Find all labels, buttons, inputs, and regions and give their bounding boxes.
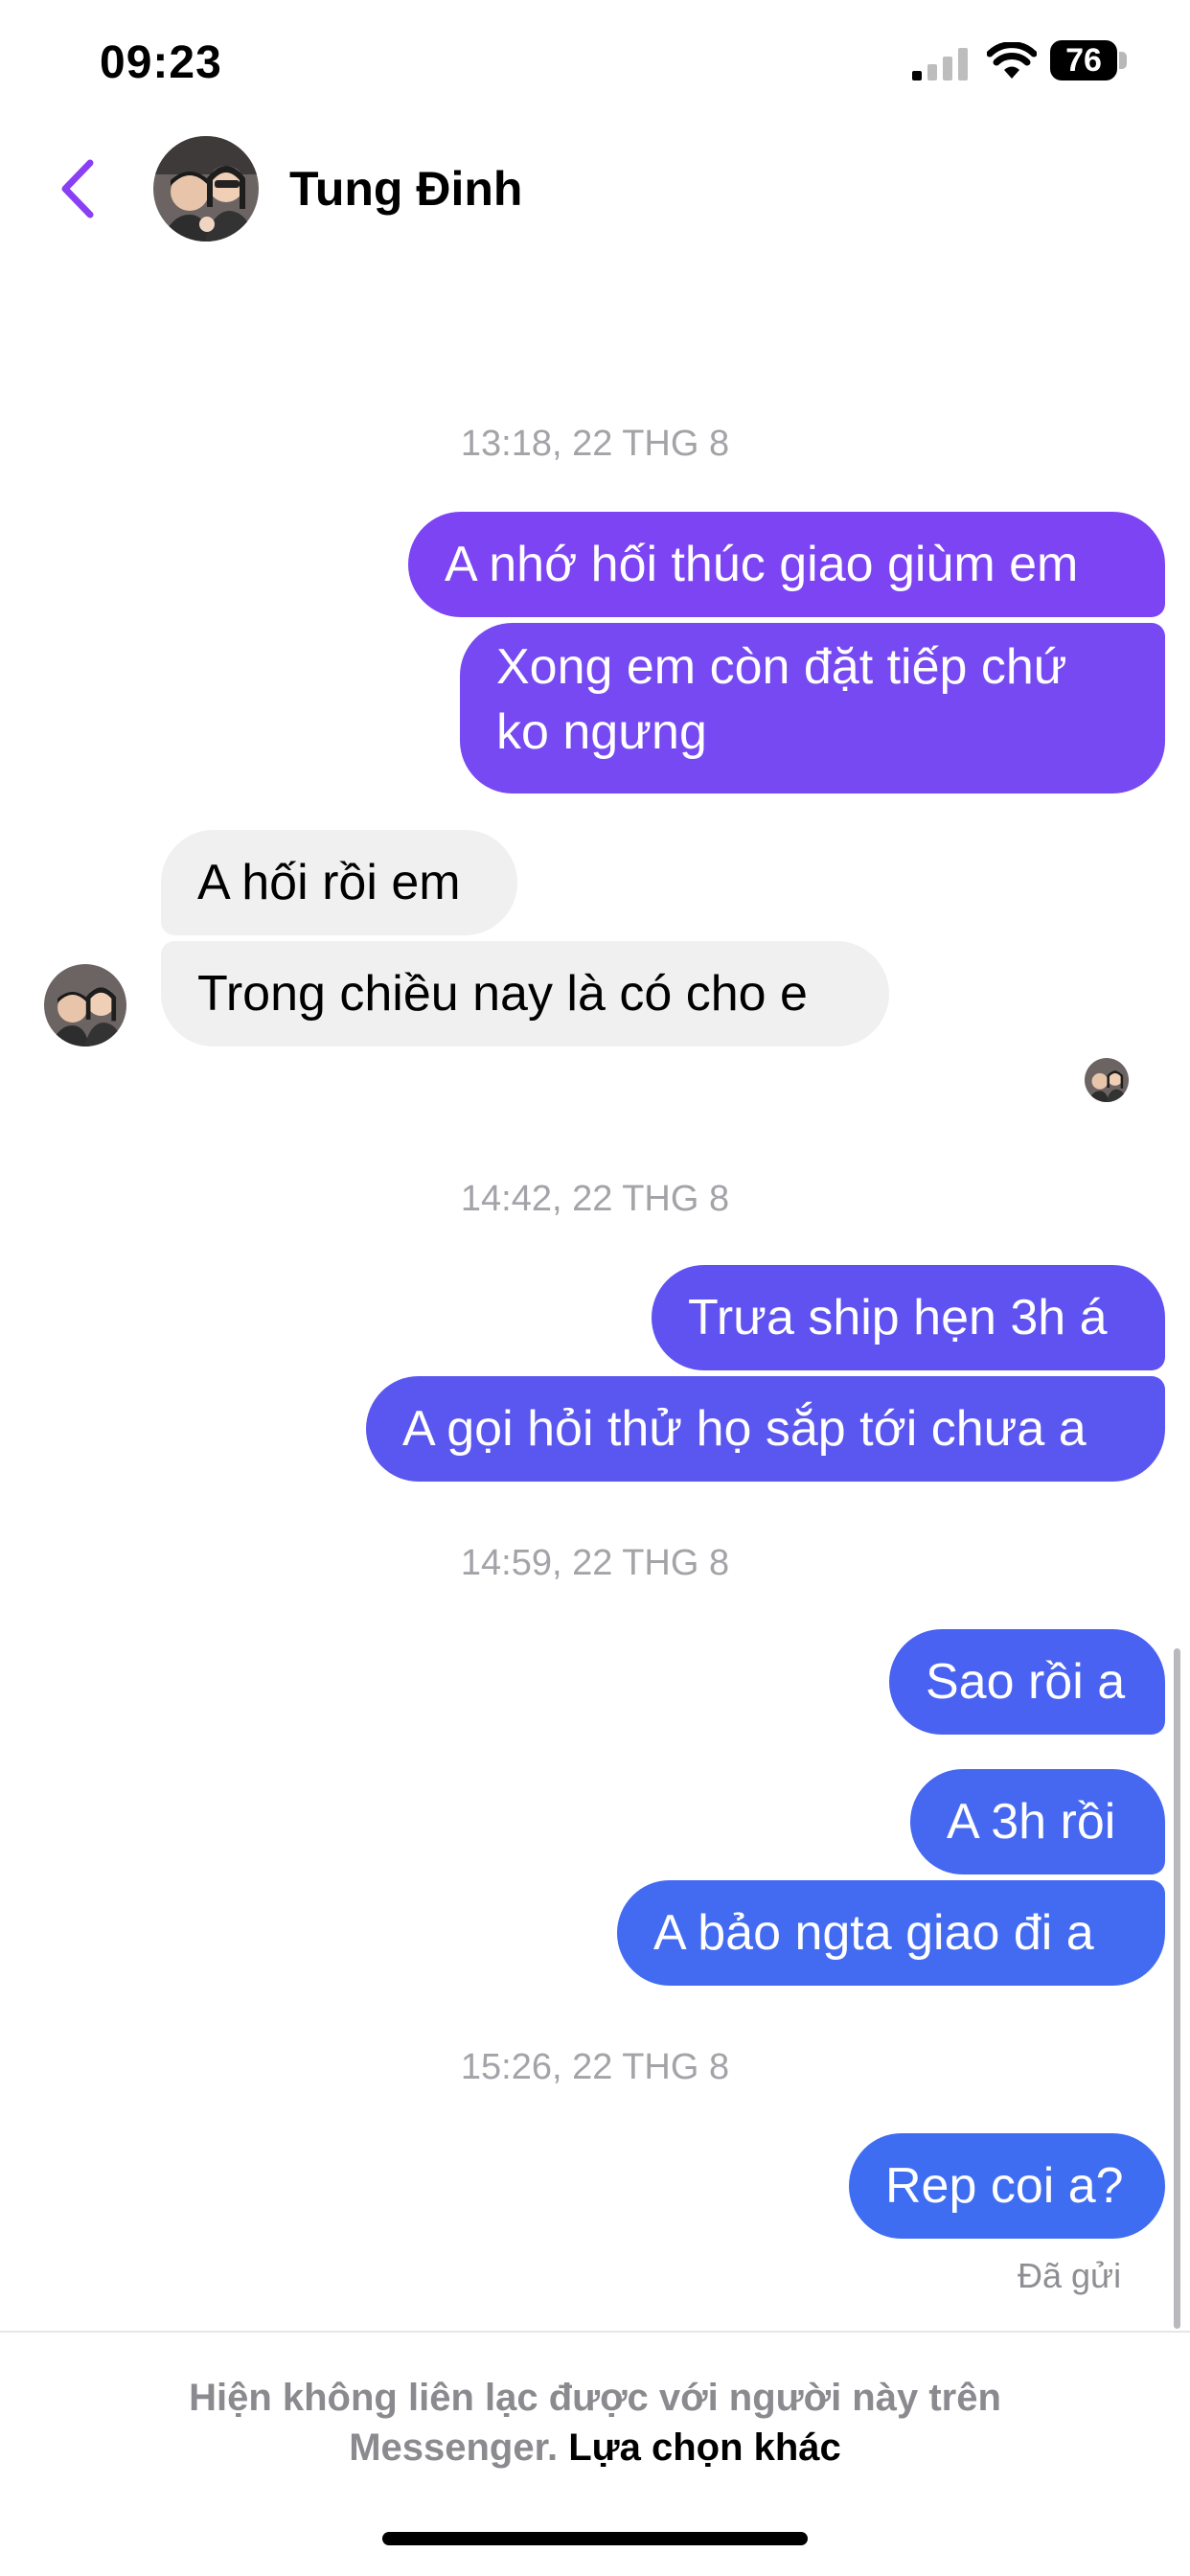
read-receipt-avatar — [1085, 1058, 1129, 1102]
outgoing-message-bubble[interactable]: Sao rồi a — [889, 1629, 1165, 1735]
message-timestamp: 15:26, 22 THG 8 — [460, 2047, 730, 2087]
outgoing-message-bubble[interactable]: Trưa ship hẹn 3h á — [652, 1265, 1165, 1370]
contact-avatar[interactable] — [153, 136, 259, 242]
outgoing-message-bubble[interactable]: A 3h rồi — [910, 1769, 1165, 1874]
home-indicator[interactable] — [382, 2532, 808, 2545]
message-timestamp: 14:42, 22 THG 8 — [460, 1179, 730, 1219]
message-timestamp: 13:18, 22 THG 8 — [460, 424, 730, 464]
battery-indicator: 76 — [1050, 40, 1117, 80]
outgoing-message-bubble[interactable]: A bảo ngta giao đi a — [617, 1880, 1165, 1986]
message-delivery-status: Đã gửi — [1018, 2256, 1122, 2295]
wifi-icon — [987, 42, 1037, 79]
incoming-message-bubble[interactable]: Trong chiều nay là có cho e — [161, 941, 889, 1046]
contact-name[interactable]: Tung Đinh — [289, 161, 522, 217]
other-options-link[interactable]: Lựa chọn khác — [568, 2426, 841, 2469]
outgoing-message-bubble[interactable]: A nhớ hối thúc giao giùm em — [408, 512, 1165, 617]
cellular-signal-icon — [912, 48, 968, 80]
status-time: 09:23 — [100, 37, 222, 88]
sender-avatar — [44, 964, 126, 1046]
outgoing-message-bubble[interactable]: A gọi hỏi thử họ sắp tới chưa a — [366, 1376, 1165, 1482]
battery-cap — [1119, 52, 1127, 69]
chat-scrollbar[interactable] — [1174, 1648, 1180, 2329]
footer-divider — [0, 2331, 1190, 2333]
unavailable-notice: Hiện không liên lạc được với người này t… — [0, 2373, 1190, 2472]
back-chevron-icon[interactable] — [56, 155, 103, 222]
message-timestamp: 14:59, 22 THG 8 — [460, 1543, 730, 1583]
incoming-message-bubble[interactable]: A hối rồi em — [161, 830, 517, 935]
outgoing-message-bubble[interactable]: Xong em còn đặt tiếp chứ ko ngưng — [460, 623, 1165, 794]
outgoing-message-bubble[interactable]: Rep coi a? — [849, 2133, 1165, 2239]
